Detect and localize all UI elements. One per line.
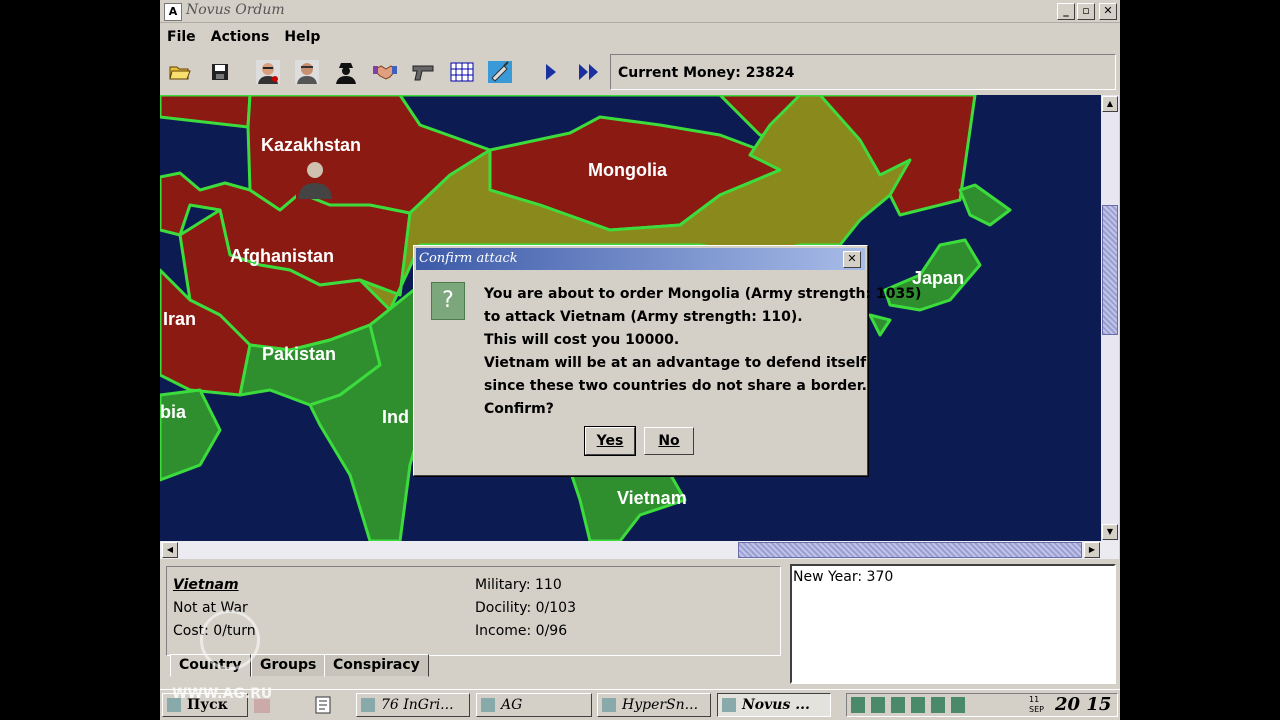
taskbar-hypersnap[interactable]: HyperSn... (597, 693, 711, 717)
menu-help[interactable]: Help (284, 29, 320, 45)
map-label-afghanistan: Afghanistan (230, 246, 335, 266)
yes-button[interactable]: Yes (584, 426, 636, 456)
taskbar-ag[interactable]: AG (476, 693, 592, 717)
taskbar: Пуск 76 InGri... AG HyperSn... Novus ...… (160, 689, 1120, 720)
money-display: Current Money: 23824 (610, 54, 1116, 90)
silhouette-icon[interactable] (334, 60, 358, 84)
dialog-line-1: You are about to order Mongolia (Army st… (484, 286, 922, 302)
log-entry: New Year: 370 (793, 569, 894, 585)
income-value: Income: 0/96 (475, 623, 568, 639)
question-icon: ? (431, 282, 465, 320)
handshake-icon[interactable] (373, 60, 397, 84)
window-title: Novus Ordum (186, 2, 285, 18)
notepad-icon[interactable] (313, 695, 333, 715)
save-disk-icon[interactable] (208, 60, 232, 84)
current-money: Current Money: 23824 (618, 65, 795, 81)
confirm-attack-dialog: Confirm attack ✕ ? You are about to orde… (413, 245, 921, 476)
play-icon[interactable] (539, 60, 563, 84)
selected-country-name[interactable]: Vietnam (173, 577, 239, 593)
dialog-line-4: Vietnam will be at an advantage to defen… (484, 355, 867, 371)
military-value: Military: 110 (475, 577, 562, 593)
vertical-scroll-thumb[interactable] (1102, 205, 1118, 335)
map-horizontal-scrollbar[interactable]: ◀ ▶ (160, 541, 1119, 559)
menu-bar: File Actions Help (160, 24, 1120, 50)
pistol-icon[interactable] (411, 60, 435, 84)
agent-marker-icon[interactable] (296, 157, 334, 199)
ag-icon (481, 698, 495, 712)
dialog-line-3: This will cost you 10000. (484, 332, 680, 348)
scroll-left-button[interactable]: ◀ (162, 542, 178, 558)
novus-icon (722, 698, 736, 712)
clock-time: 20 15 (1055, 694, 1112, 715)
dialog-line-2: to attack Vietnam (Army strength: 110). (484, 309, 803, 325)
dialog-close-button[interactable]: ✕ (843, 251, 861, 268)
title-bar[interactable]: A Novus Ordum _ ▫ ✕ (160, 0, 1120, 23)
app-window: A Novus Ordum _ ▫ ✕ File Actions Help Cu… (160, 0, 1120, 720)
syringe-icon[interactable] (488, 60, 512, 84)
no-button[interactable]: No (644, 427, 694, 455)
north-west-region[interactable] (160, 95, 252, 129)
docility-value: Docility: 0/103 (475, 600, 576, 616)
dialog-line-5: since these two countries do not share a… (484, 378, 867, 394)
clock-date: 11 SEP (1029, 695, 1044, 714)
map-label-india: Ind (382, 407, 409, 427)
toolbar: Current Money: 23824 (160, 52, 1120, 94)
tab-groups[interactable]: Groups (251, 654, 326, 677)
dialog-title-bar[interactable]: Confirm attack ✕ (416, 248, 865, 270)
japan-south[interactable] (868, 313, 892, 337)
map-label-vietnam: Vietnam (617, 488, 687, 508)
spy-portrait-icon[interactable] (295, 60, 319, 84)
scroll-up-button[interactable]: ▲ (1102, 96, 1118, 112)
agent-portrait-icon[interactable] (256, 60, 280, 84)
menu-actions[interactable]: Actions (211, 29, 270, 45)
map-vertical-scrollbar[interactable]: ▲ ▼ (1101, 95, 1119, 541)
tab-conspiracy[interactable]: Conspiracy (324, 654, 429, 677)
menu-file[interactable]: File (167, 29, 196, 45)
horizontal-scroll-thumb[interactable] (738, 542, 1082, 558)
japan-north[interactable] (958, 183, 1012, 227)
watermark-logo-icon (200, 610, 260, 670)
taskbar-novus[interactable]: Novus ... (717, 693, 831, 717)
taskbar-ingrid[interactable]: 76 InGri... (356, 693, 470, 717)
scroll-right-button[interactable]: ▶ (1084, 542, 1100, 558)
system-tray: 11 SEP 20 15 (846, 693, 1118, 717)
map-label-arabia: bia (160, 402, 187, 422)
map-label-kazakhstan: Kazakhstan (261, 135, 362, 155)
ingrid-icon (361, 698, 375, 712)
scroll-down-button[interactable]: ▼ (1102, 524, 1118, 540)
tray-icons[interactable] (851, 697, 971, 713)
map-label-pakistan: Pakistan (262, 344, 337, 364)
watermark-text: WWW.AG.RU (172, 686, 273, 702)
maximize-button[interactable]: ▫ (1077, 3, 1095, 20)
dialog-line-6: Confirm? (484, 401, 554, 417)
close-button[interactable]: ✕ (1099, 3, 1117, 20)
dialog-title: Confirm attack (419, 251, 518, 266)
fast-forward-icon[interactable] (577, 60, 601, 84)
event-log[interactable]: New Year: 370 (790, 564, 1116, 684)
open-folder-icon[interactable] (168, 60, 192, 84)
map-label-iran: Iran (163, 309, 197, 329)
grid-icon[interactable] (450, 60, 474, 84)
app-logo-icon: A (164, 3, 182, 21)
minimize-button[interactable]: _ (1057, 3, 1075, 20)
map-label-mongolia: Mongolia (588, 160, 667, 180)
hypersnap-icon (602, 698, 616, 712)
